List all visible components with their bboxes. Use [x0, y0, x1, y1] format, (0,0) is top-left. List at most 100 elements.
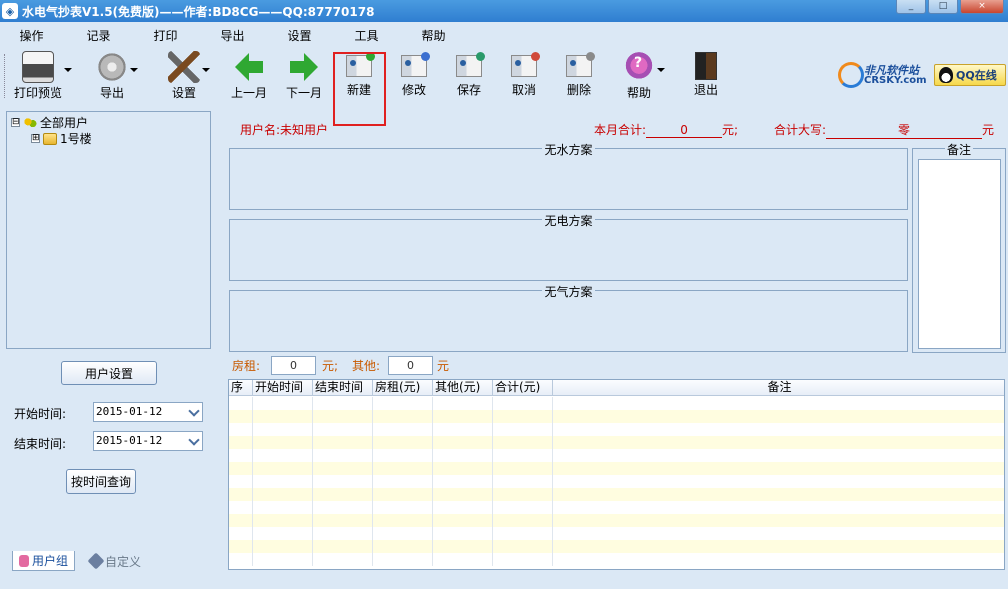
table-cell[interactable] [313, 553, 373, 566]
edit-button[interactable]: 修改 [401, 46, 430, 102]
table-cell[interactable] [493, 449, 553, 462]
delete-button[interactable]: 删除 [566, 46, 595, 102]
table-cell[interactable] [493, 540, 553, 553]
collapse-icon[interactable]: ⊟ [11, 118, 20, 127]
tab-custom[interactable]: 自定义 [84, 551, 147, 571]
table-cell[interactable] [229, 423, 253, 436]
menu-records[interactable]: 记录 [65, 25, 132, 46]
menu-tools[interactable]: 工具 [333, 25, 400, 46]
table-cell[interactable] [253, 527, 313, 540]
table-cell[interactable] [229, 488, 253, 501]
table-cell[interactable] [253, 514, 313, 527]
save-button[interactable]: 保存 [456, 46, 485, 102]
table-cell[interactable] [433, 423, 493, 436]
qq-online-button[interactable]: QQ在线 [934, 64, 1006, 86]
table-cell[interactable] [229, 501, 253, 514]
help-button[interactable]: 帮助 [623, 46, 665, 102]
table-cell[interactable] [433, 553, 493, 566]
table-cell[interactable] [373, 475, 433, 488]
table-cell[interactable] [373, 436, 433, 449]
table-cell[interactable] [493, 397, 553, 410]
menu-export[interactable]: 导出 [199, 25, 266, 46]
table-cell[interactable] [229, 436, 253, 449]
menu-print[interactable]: 打印 [132, 25, 199, 46]
table-cell[interactable] [433, 501, 493, 514]
table-cell[interactable] [433, 514, 493, 527]
table-cell[interactable] [253, 540, 313, 553]
table-cell[interactable] [493, 462, 553, 475]
table-cell[interactable] [373, 397, 433, 410]
settings-button[interactable]: 设置 [168, 46, 210, 102]
tab-user-group[interactable]: 用户组 [12, 551, 76, 571]
export-button[interactable]: 导出 [96, 46, 138, 102]
table-cell[interactable] [433, 410, 493, 423]
chevron-down-icon[interactable] [64, 68, 73, 72]
col-other[interactable]: 其他(元) [433, 380, 493, 396]
table-row[interactable] [229, 449, 1004, 462]
table-cell[interactable] [313, 423, 373, 436]
table-cell[interactable] [313, 475, 373, 488]
table-cell[interactable] [493, 501, 553, 514]
maximize-button[interactable]: □ [928, 0, 958, 14]
table-row[interactable] [229, 423, 1004, 436]
table-cell[interactable] [313, 462, 373, 475]
chevron-down-icon[interactable] [188, 405, 200, 417]
chevron-down-icon[interactable] [202, 68, 210, 72]
table-cell[interactable] [493, 527, 553, 540]
user-settings-button[interactable]: 用户设置 [61, 361, 157, 385]
table-cell[interactable] [373, 449, 433, 462]
start-date-picker[interactable]: 2015-01-12 [93, 402, 203, 422]
table-cell[interactable] [229, 410, 253, 423]
table-row[interactable] [229, 410, 1004, 423]
table-cell[interactable] [313, 514, 373, 527]
table-cell[interactable] [493, 514, 553, 527]
tree-item-building-1[interactable]: ⊞ 1号楼 [31, 130, 92, 147]
table-cell[interactable] [313, 449, 373, 462]
table-cell[interactable] [253, 462, 313, 475]
table-cell[interactable] [373, 410, 433, 423]
table-cell[interactable] [229, 475, 253, 488]
table-row[interactable] [229, 514, 1004, 527]
table-cell[interactable] [229, 462, 253, 475]
col-notes[interactable]: 备注 [553, 380, 1004, 396]
table-row[interactable] [229, 540, 1004, 553]
toolbar-grip[interactable] [4, 54, 7, 98]
table-cell[interactable] [253, 423, 313, 436]
table-cell[interactable] [433, 488, 493, 501]
table-cell[interactable] [433, 462, 493, 475]
table-cell[interactable] [433, 540, 493, 553]
table-row[interactable] [229, 397, 1004, 410]
expand-icon[interactable]: ⊞ [31, 134, 40, 143]
cancel-button[interactable]: 取消 [511, 46, 540, 102]
chevron-down-icon[interactable] [657, 68, 665, 72]
table-cell[interactable] [253, 449, 313, 462]
table-cell[interactable] [433, 449, 493, 462]
table-cell[interactable] [493, 488, 553, 501]
table-cell[interactable] [493, 436, 553, 449]
close-button[interactable]: × [960, 0, 1004, 14]
table-row[interactable] [229, 488, 1004, 501]
table-cell[interactable] [493, 410, 553, 423]
table-row[interactable] [229, 475, 1004, 488]
table-cell[interactable] [313, 540, 373, 553]
table-cell[interactable] [433, 397, 493, 410]
table-cell[interactable] [433, 475, 493, 488]
table-cell[interactable] [373, 501, 433, 514]
table-cell[interactable] [253, 475, 313, 488]
table-row[interactable] [229, 436, 1004, 449]
table-cell[interactable] [313, 501, 373, 514]
table-cell[interactable] [253, 488, 313, 501]
table-cell[interactable] [229, 514, 253, 527]
menu-settings[interactable]: 设置 [266, 25, 333, 46]
table-cell[interactable] [253, 553, 313, 566]
table-cell[interactable] [313, 527, 373, 540]
table-cell[interactable] [493, 475, 553, 488]
print-preview-button[interactable]: 打印预览 [14, 46, 73, 102]
query-by-time-button[interactable]: 按时间查询 [66, 469, 136, 494]
table-cell[interactable] [229, 527, 253, 540]
table-cell[interactable] [229, 397, 253, 410]
col-rent[interactable]: 房租(元) [373, 380, 433, 396]
table-cell[interactable] [373, 423, 433, 436]
table-row[interactable] [229, 527, 1004, 540]
table-cell[interactable] [253, 501, 313, 514]
